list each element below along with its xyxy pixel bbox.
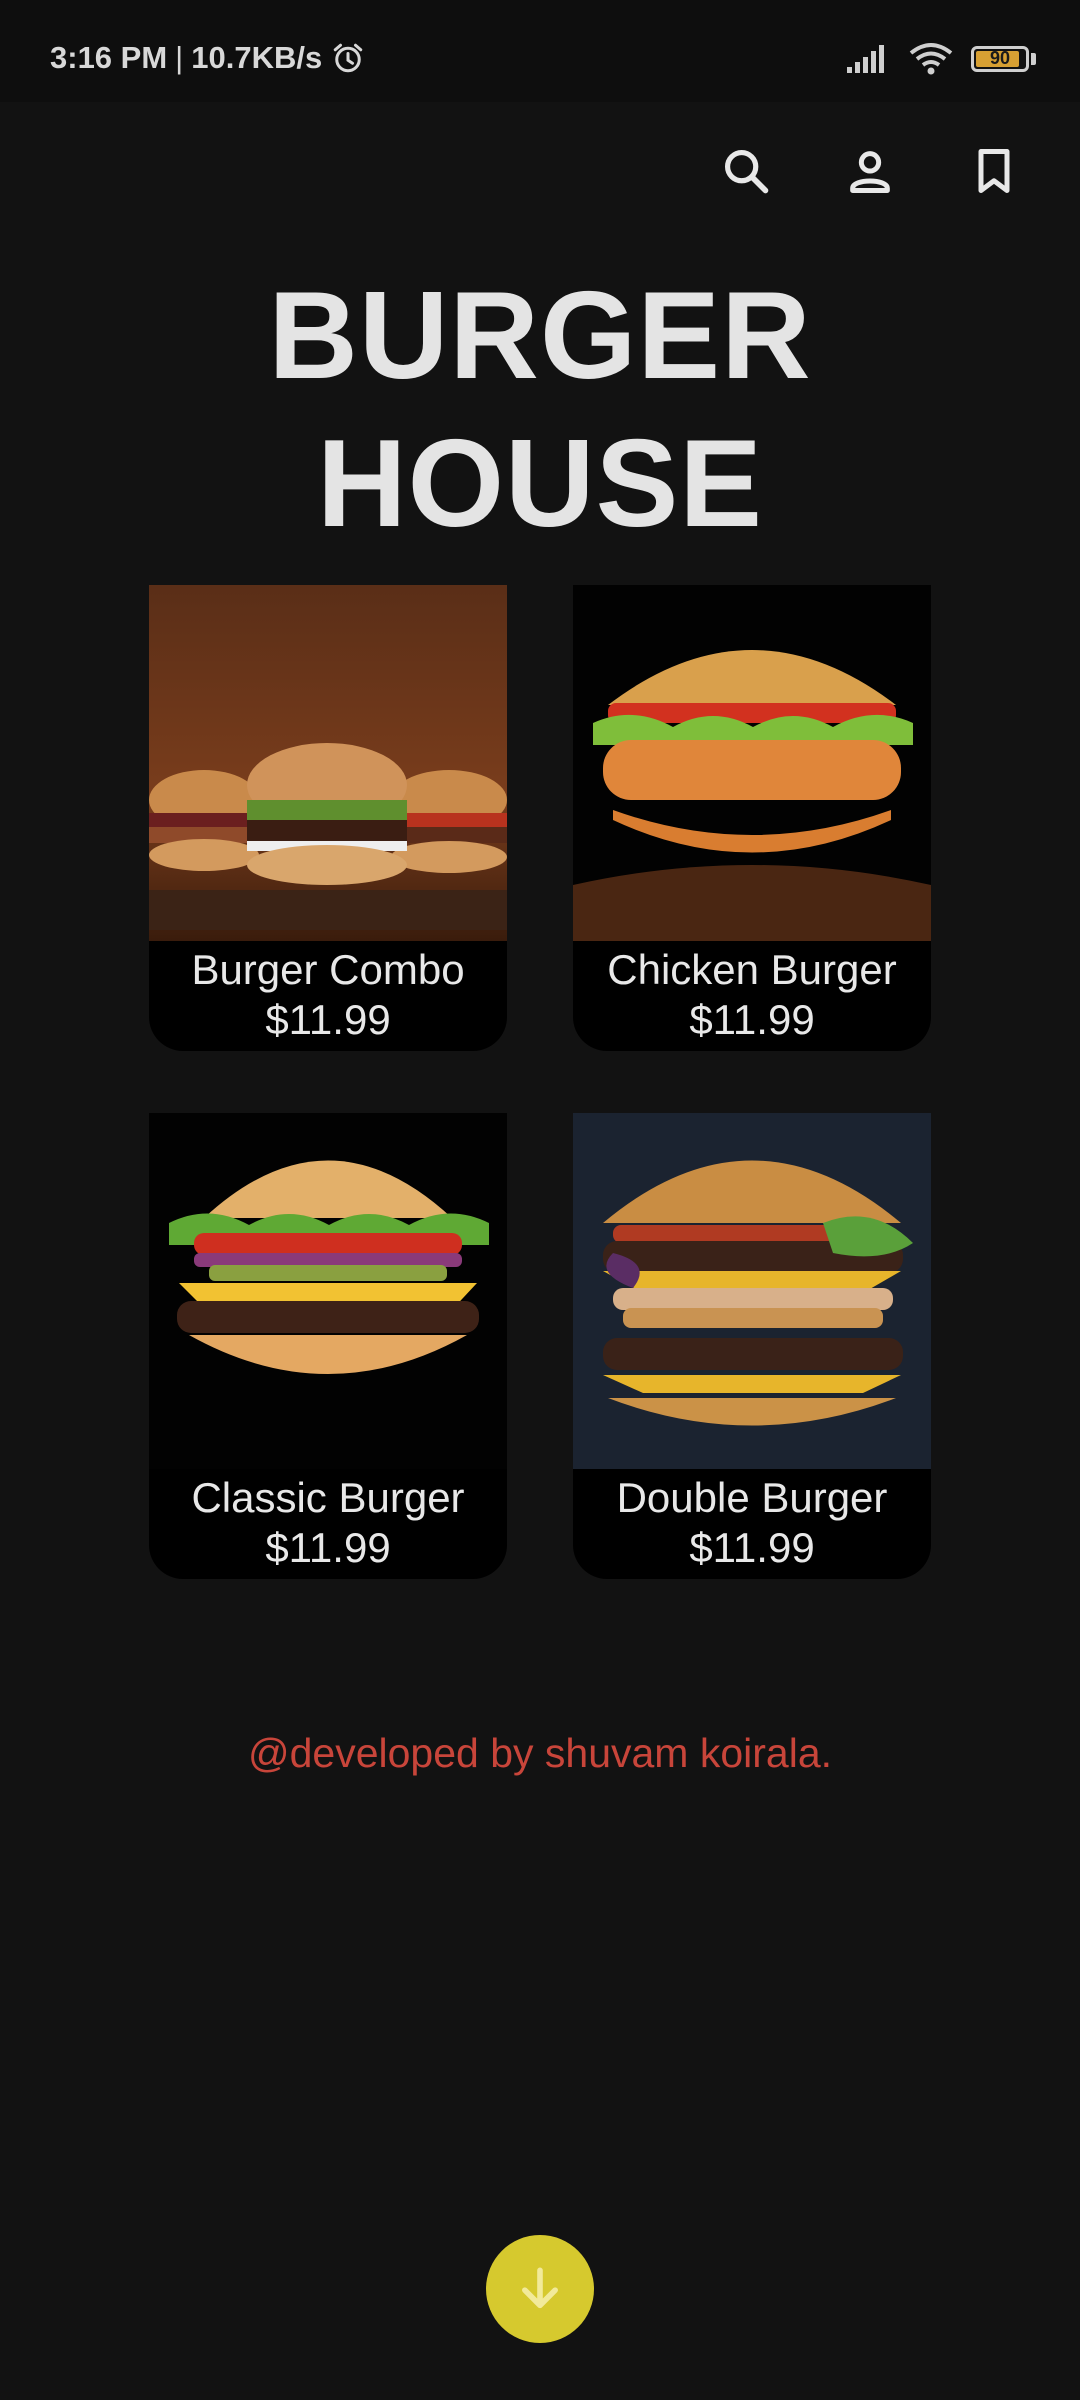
developer-credit: @developed by shuvam koirala. <box>247 1730 833 1776</box>
title-line-1: BURGER <box>268 267 812 405</box>
menu-item-price: $11.99 <box>689 996 815 1043</box>
menu-item-name: Chicken Burger <box>607 946 897 993</box>
battery-level: 90 <box>989 48 1011 68</box>
battery-icon: 90 <box>971 46 1029 72</box>
status-right: 90 <box>845 42 1036 76</box>
title-line-2: HOUSE <box>317 415 763 553</box>
scroll-down-button[interactable] <box>486 2235 594 2343</box>
header-actions <box>720 145 1020 197</box>
page-title: BURGER HOUSE <box>0 262 1080 558</box>
battery-tip <box>1031 53 1036 65</box>
arrow-down-icon <box>512 2261 568 2317</box>
menu-card-chicken-burger[interactable]: Chicken Burger $11.99 <box>573 585 931 1051</box>
status-time: 3:16 PM <box>50 40 168 75</box>
menu-item-name: Classic Burger <box>191 1474 465 1521</box>
menu-item-price: $11.99 <box>689 1524 815 1571</box>
menu-card-classic-burger[interactable]: Classic Burger $11.99 <box>149 1113 507 1579</box>
burger-combo-image <box>149 585 507 941</box>
menu-item-name: Burger Combo <box>191 946 465 993</box>
network-speed: 10.7KB/s <box>191 40 323 75</box>
menu-card-burger-combo[interactable]: Burger Combo $11.99 <box>149 585 507 1051</box>
status-left: 3:16 PM | 10.7KB/s <box>50 40 366 76</box>
bookmark-icon[interactable] <box>968 145 1020 197</box>
menu-card-double-burger[interactable]: Double Burger $11.99 <box>573 1113 931 1579</box>
status-separator: | <box>175 40 184 75</box>
menu-item-price: $11.99 <box>265 1524 391 1571</box>
double-burger-image <box>573 1113 931 1469</box>
classic-burger-image <box>149 1113 507 1469</box>
search-icon[interactable] <box>720 145 772 197</box>
menu-item-price: $11.99 <box>265 996 391 1043</box>
menu-item-name: Double Burger <box>616 1474 888 1521</box>
status-bar: 3:16 PM | 10.7KB/s 90 <box>0 0 1080 102</box>
chicken-burger-image <box>573 585 931 941</box>
profile-icon[interactable] <box>844 145 896 197</box>
wifi-icon <box>909 42 953 76</box>
alarm-icon <box>330 40 366 76</box>
signal-icon <box>845 43 891 75</box>
